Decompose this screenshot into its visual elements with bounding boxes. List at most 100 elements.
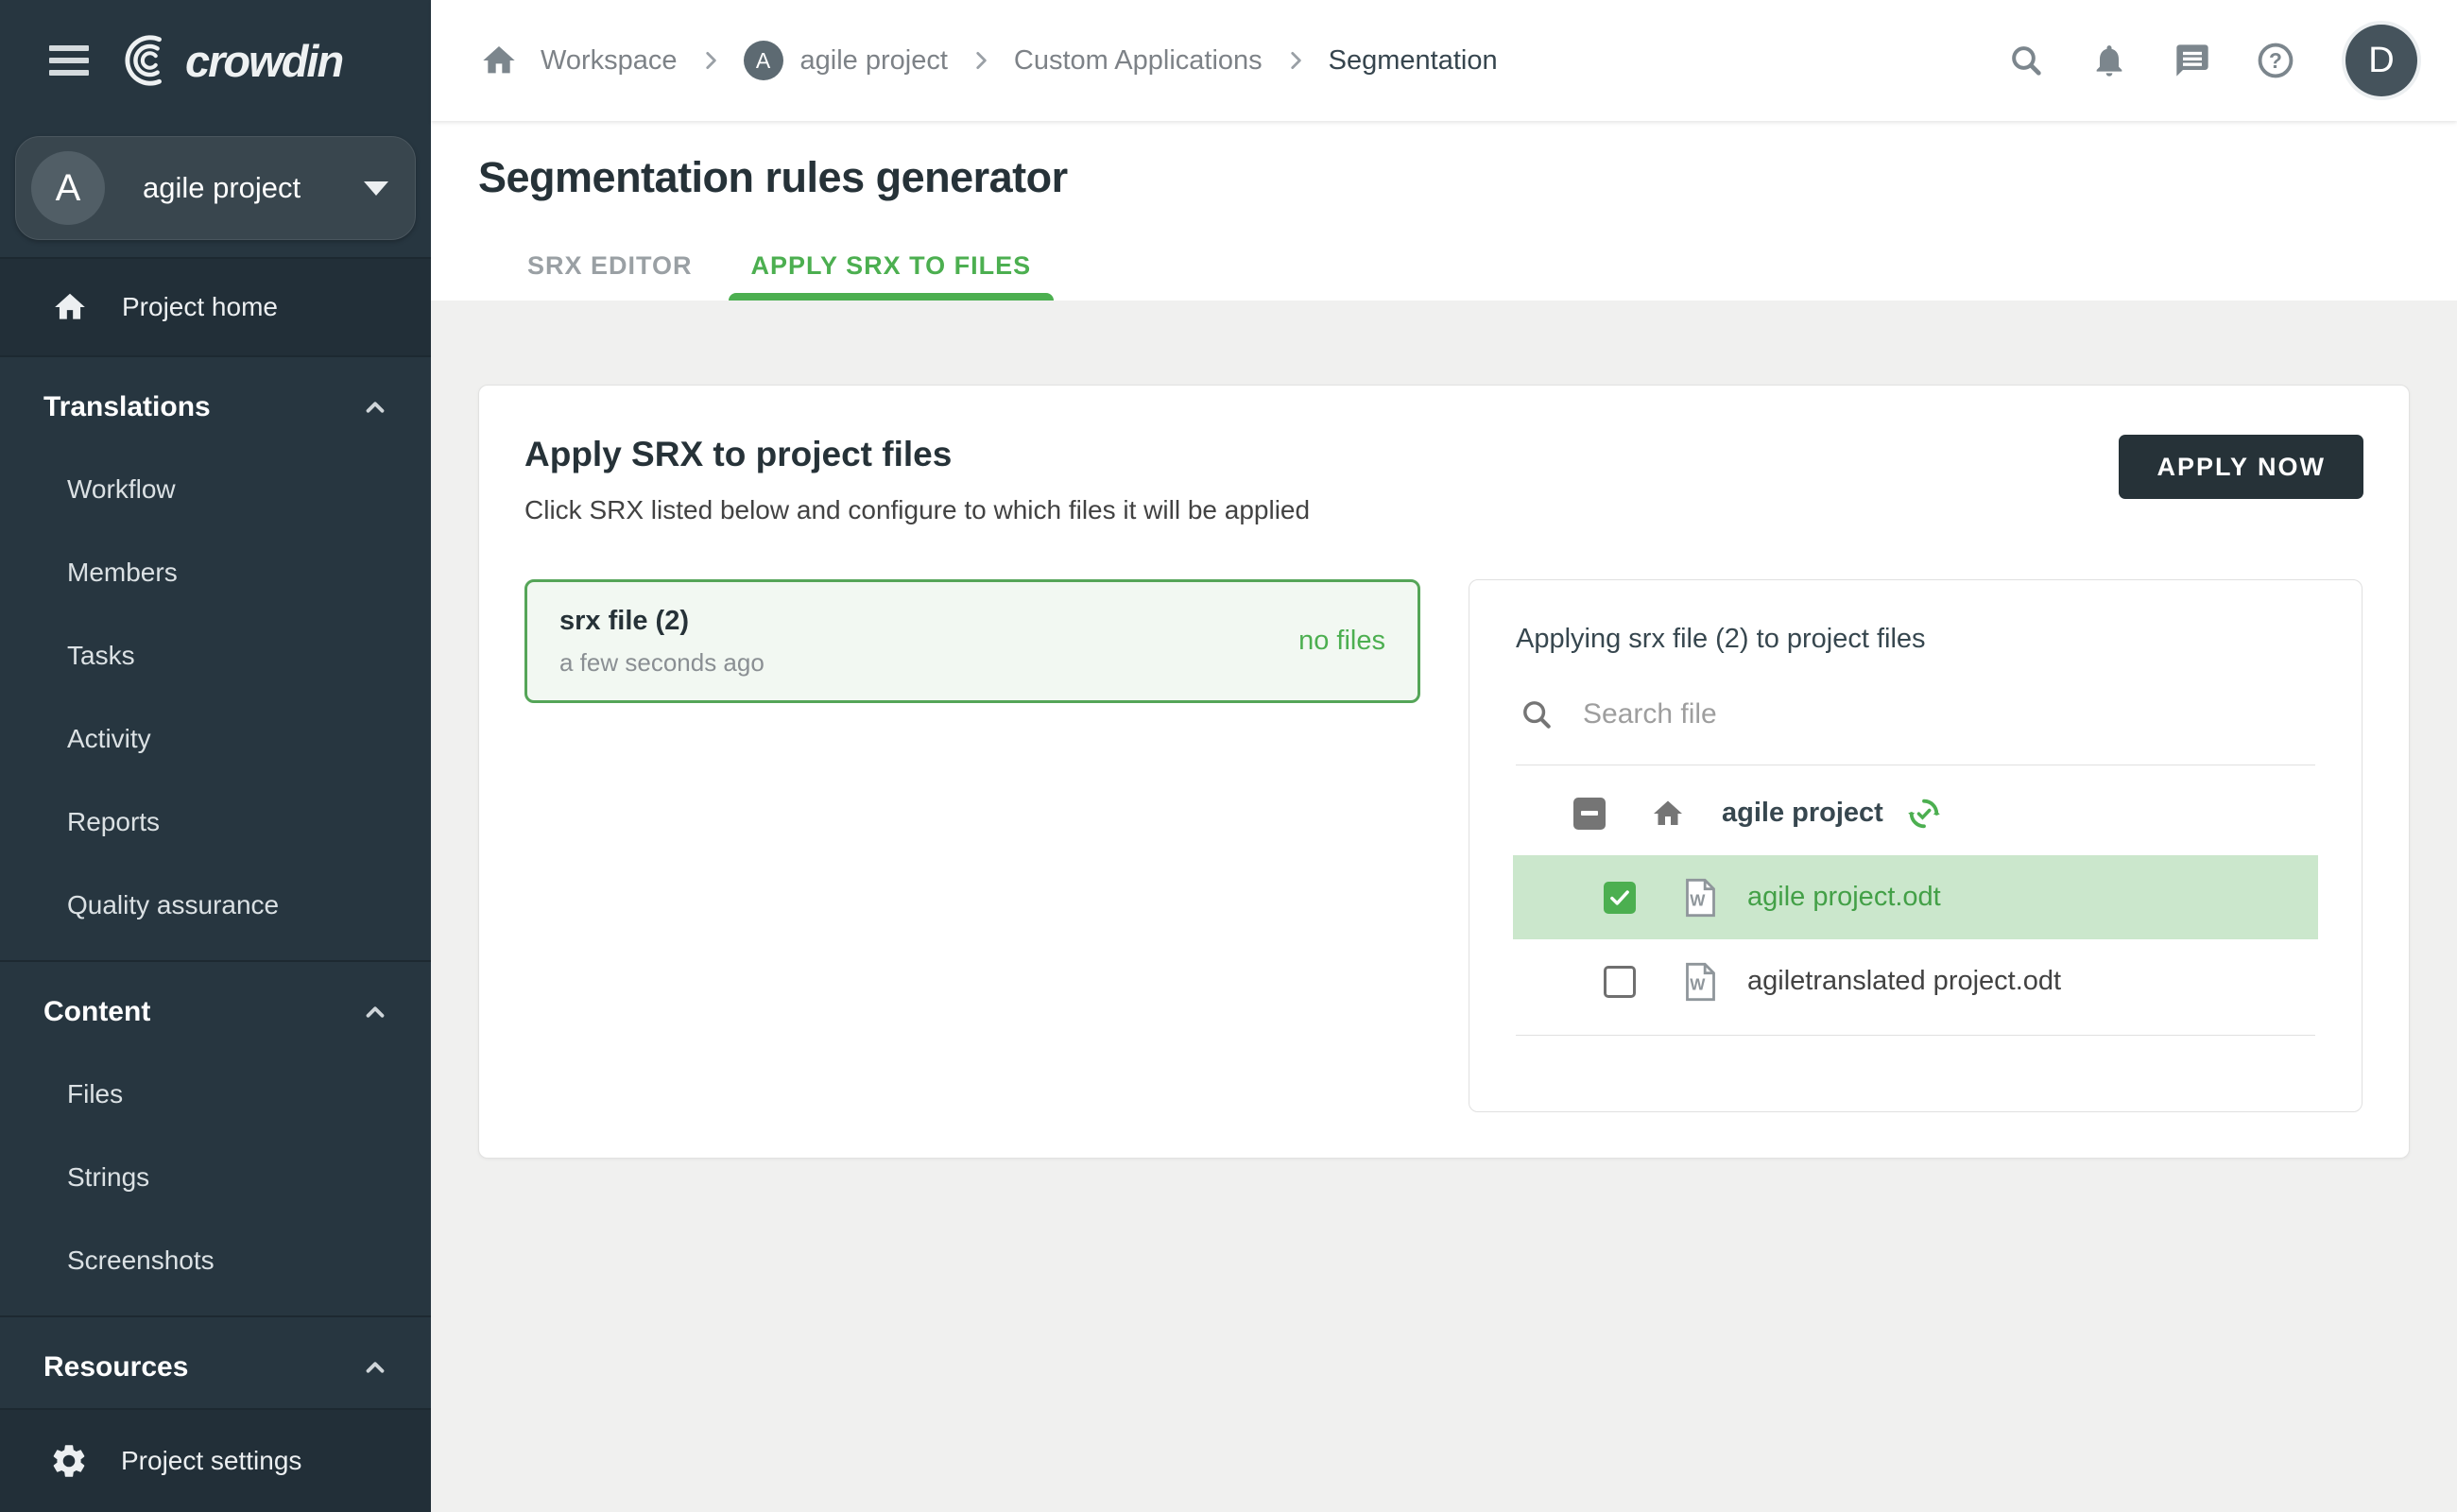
tab-apply-srx-to-files[interactable]: APPLY SRX TO FILES bbox=[729, 231, 1055, 301]
section-content: Content Files Strings Screenshots bbox=[0, 962, 431, 1317]
file-row-agiletranslated-project-odt[interactable]: W agiletranslated project.odt bbox=[1513, 939, 2318, 1023]
project-avatar: A bbox=[31, 151, 105, 225]
chevron-up-icon bbox=[361, 393, 389, 421]
word-document-icon: W bbox=[1684, 878, 1717, 918]
chevron-right-icon bbox=[969, 48, 993, 73]
panel-heading: Applying srx file (2) to project files bbox=[1516, 624, 2362, 655]
menu-icon[interactable] bbox=[49, 45, 89, 76]
section-resources: Resources bbox=[0, 1317, 431, 1408]
chevron-up-icon bbox=[361, 998, 389, 1026]
project-selector[interactable]: A agile project bbox=[15, 136, 416, 240]
section-label: Translations bbox=[43, 391, 211, 423]
page-title: Segmentation rules generator bbox=[478, 153, 2457, 202]
svg-text:W: W bbox=[1690, 891, 1706, 909]
sidebar-item-quality-assurance[interactable]: Quality assurance bbox=[0, 864, 431, 947]
page-header: Segmentation rules generator SRX EDITOR … bbox=[431, 121, 2457, 301]
chevron-right-icon bbox=[698, 48, 723, 73]
card-title: Apply SRX to project files bbox=[524, 435, 1310, 474]
crowdin-logo-text: crowdin bbox=[185, 35, 342, 87]
divider bbox=[1516, 1035, 2315, 1036]
project-avatar: A bbox=[744, 41, 783, 80]
tab-srx-editor[interactable]: SRX EDITOR bbox=[505, 231, 715, 301]
file-tree: agile project bbox=[1513, 771, 2318, 1023]
crowdin-logo-mark bbox=[117, 31, 176, 90]
sidebar-item-members[interactable]: Members bbox=[0, 531, 431, 614]
breadcrumb-workspace[interactable]: Workspace bbox=[541, 45, 678, 77]
home-icon bbox=[480, 42, 518, 79]
gear-icon bbox=[49, 1441, 89, 1481]
search-button[interactable] bbox=[2005, 40, 2047, 81]
sidebar-item-activity[interactable]: Activity bbox=[0, 697, 431, 781]
section-translations: Translations Workflow Members Tasks Acti… bbox=[0, 357, 431, 962]
messages-button[interactable] bbox=[2172, 40, 2213, 81]
project-selector-label: agile project bbox=[143, 171, 364, 205]
topbar-actions: ? D bbox=[2005, 25, 2417, 96]
sidebar-item-screenshots[interactable]: Screenshots bbox=[0, 1219, 431, 1302]
card-subtitle: Click SRX listed below and configure to … bbox=[524, 495, 1310, 525]
sidebar-item-workflow[interactable]: Workflow bbox=[0, 448, 431, 531]
breadcrumb-project-label: agile project bbox=[800, 45, 948, 77]
help-icon: ? bbox=[2256, 41, 2295, 80]
sidebar-item-strings[interactable]: Strings bbox=[0, 1136, 431, 1219]
card-header: Apply SRX to project files Click SRX lis… bbox=[524, 435, 2363, 525]
file-name: agile project.odt bbox=[1747, 882, 1941, 913]
section-header-translations[interactable]: Translations bbox=[0, 367, 431, 448]
main-area: Workspace A agile project Custom Applica… bbox=[431, 0, 2457, 1512]
sidebar-item-label: Project settings bbox=[121, 1446, 301, 1476]
card-body: srx file (2) a few seconds ago no files … bbox=[524, 579, 2363, 1112]
sidebar-nav: Translations Workflow Members Tasks Acti… bbox=[0, 355, 431, 1408]
apply-files-panel: Applying srx file (2) to project files a… bbox=[1469, 579, 2362, 1112]
apply-now-button[interactable]: APPLY NOW bbox=[2119, 435, 2363, 499]
home-icon bbox=[52, 289, 88, 325]
check-icon bbox=[1607, 885, 1632, 910]
chevron-up-icon bbox=[361, 1353, 389, 1382]
unchecked-checkbox[interactable] bbox=[1604, 966, 1636, 998]
sidebar: crowdin A agile project Project home Tra… bbox=[0, 0, 431, 1512]
sync-check-icon[interactable] bbox=[1906, 796, 1942, 832]
srx-file-title: srx file (2) bbox=[559, 606, 765, 637]
breadcrumb: Workspace A agile project Custom Applica… bbox=[478, 40, 1498, 81]
srx-file-status: no files bbox=[1298, 626, 1385, 657]
sidebar-item-label: Project home bbox=[122, 292, 278, 322]
srx-file-item[interactable]: srx file (2) a few seconds ago no files bbox=[524, 579, 1420, 703]
word-document-icon: W bbox=[1684, 962, 1717, 1002]
breadcrumb-segmentation: Segmentation bbox=[1329, 45, 1498, 77]
chevron-right-icon bbox=[1283, 48, 1308, 73]
breadcrumb-project[interactable]: A agile project bbox=[744, 41, 948, 80]
sidebar-item-reports[interactable]: Reports bbox=[0, 781, 431, 864]
apply-srx-card: Apply SRX to project files Click SRX lis… bbox=[478, 385, 2410, 1159]
bell-icon bbox=[2090, 42, 2128, 79]
search-icon bbox=[2007, 42, 2045, 79]
notifications-button[interactable] bbox=[2088, 40, 2130, 81]
user-avatar[interactable]: D bbox=[2345, 25, 2417, 96]
section-header-resources[interactable]: Resources bbox=[0, 1327, 431, 1408]
crowdin-app: crowdin A agile project Project home Tra… bbox=[0, 0, 2457, 1512]
breadcrumb-home-link[interactable] bbox=[478, 40, 520, 81]
breadcrumb-custom-applications[interactable]: Custom Applications bbox=[1014, 45, 1263, 77]
crowdin-logo[interactable]: crowdin bbox=[117, 31, 342, 90]
checked-checkbox[interactable] bbox=[1604, 882, 1636, 914]
sidebar-item-project-home[interactable]: Project home bbox=[0, 259, 431, 355]
home-icon bbox=[1651, 797, 1685, 831]
svg-text:W: W bbox=[1690, 975, 1706, 993]
srx-file-timestamp: a few seconds ago bbox=[559, 648, 765, 678]
chat-icon bbox=[2174, 42, 2211, 79]
sidebar-item-project-settings[interactable]: Project settings bbox=[0, 1408, 431, 1512]
help-button[interactable]: ? bbox=[2255, 40, 2296, 81]
file-search bbox=[1519, 696, 2362, 732]
sidebar-item-tasks[interactable]: Tasks bbox=[0, 614, 431, 697]
topbar: Workspace A agile project Custom Applica… bbox=[431, 0, 2457, 121]
indeterminate-checkbox[interactable] bbox=[1573, 798, 1606, 830]
file-row-agile-project-odt[interactable]: W agile project.odt bbox=[1513, 855, 2318, 939]
tree-root-row[interactable]: agile project bbox=[1513, 771, 2318, 855]
section-header-content[interactable]: Content bbox=[0, 971, 431, 1053]
search-file-input[interactable] bbox=[1583, 698, 2244, 730]
sidebar-item-files[interactable]: Files bbox=[0, 1053, 431, 1136]
section-label: Resources bbox=[43, 1351, 188, 1383]
project-selector-wrap: A agile project bbox=[0, 121, 431, 259]
svg-text:?: ? bbox=[2269, 48, 2282, 73]
tree-root-label: agile project bbox=[1722, 798, 1883, 829]
file-name: agiletranslated project.odt bbox=[1747, 966, 2061, 997]
section-label: Content bbox=[43, 996, 150, 1028]
page-content: Apply SRX to project files Click SRX lis… bbox=[431, 301, 2457, 1512]
